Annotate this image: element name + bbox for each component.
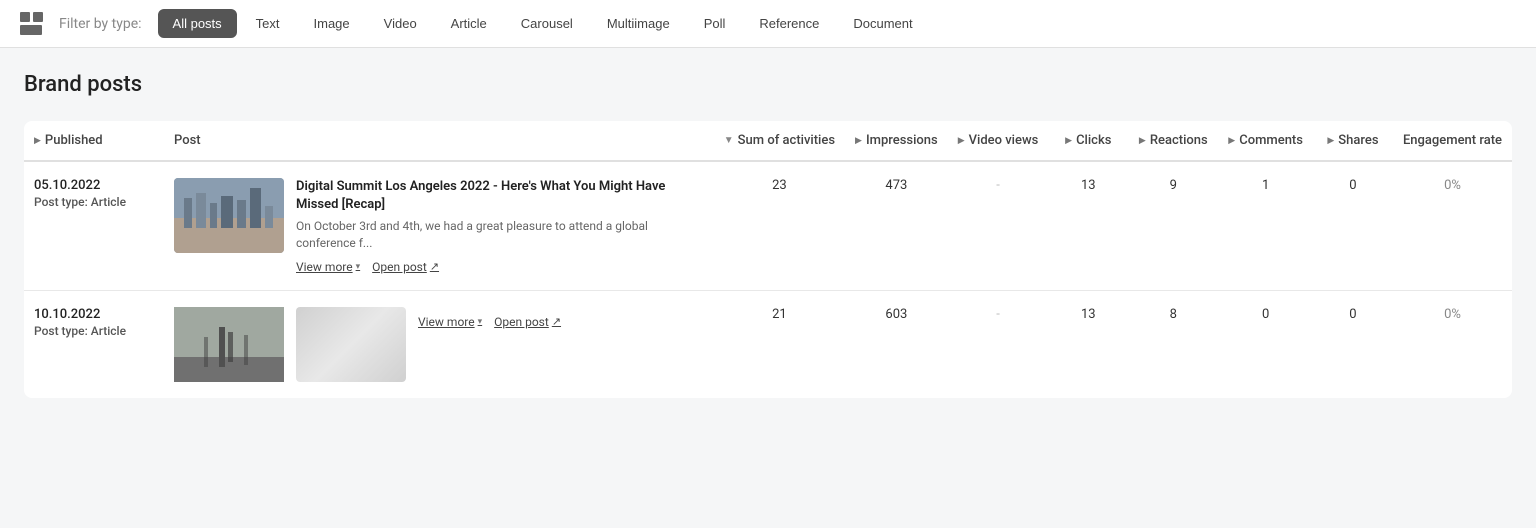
col-header-clicks[interactable]: ▶ Clicks (1048, 121, 1128, 161)
row2-date: 10.10.2022 (34, 307, 154, 322)
row2-sum-activities: 21 (714, 290, 845, 398)
filter-carousel[interactable]: Carousel (506, 9, 588, 38)
col-header-sum-activities[interactable]: ▼ Sum of activities (714, 121, 845, 161)
col-header-shares[interactable]: ▶ Shares (1313, 121, 1393, 161)
layout-toggle[interactable] (16, 8, 47, 39)
sort-arrow-comments: ▶ (1228, 136, 1235, 146)
col-header-impressions[interactable]: ▶ Impressions (845, 121, 948, 161)
row1-video-views: - (948, 161, 1049, 290)
top-bar: Filter by type: All posts Text Image Vid… (0, 0, 1536, 48)
col-header-published[interactable]: ▶ Published (24, 121, 164, 161)
row1-date-cell: 05.10.2022 Post type: Article (24, 161, 164, 290)
row2-comments: 0 (1218, 290, 1313, 398)
sort-arrow-reactions: ▶ (1139, 136, 1146, 146)
filter-text[interactable]: Text (241, 9, 295, 38)
row1-date: 05.10.2022 (34, 178, 154, 193)
row2-impressions: 603 (845, 290, 948, 398)
row1-post-image (174, 178, 284, 253)
row1-post-cell: Digital Summit Los Angeles 2022 - Here's… (164, 161, 714, 290)
row2-post-content: View more ▾ Open post ↗ (418, 307, 704, 329)
col-header-post: Post (164, 121, 714, 161)
posts-table: ▶ Published Post ▼ Sum of activities (24, 121, 1512, 398)
row1-clicks: 13 (1048, 161, 1128, 290)
row1-impressions: 473 (845, 161, 948, 290)
col-header-video-views[interactable]: ▶ Video views (948, 121, 1049, 161)
row1-comments: 1 (1218, 161, 1313, 290)
row1-engagement-rate: 0% (1393, 161, 1512, 290)
row1-post-content: Digital Summit Los Angeles 2022 - Here's… (296, 178, 704, 274)
row2-reactions: 8 (1128, 290, 1218, 398)
filter-label: Filter by type: (59, 16, 142, 32)
filter-buttons: All posts Text Image Video Article Carou… (158, 9, 928, 38)
col-header-reactions[interactable]: ▶ Reactions (1128, 121, 1218, 161)
row1-sum-activities: 23 (714, 161, 845, 290)
sort-arrow-clicks: ▶ (1065, 136, 1072, 146)
row2-clicks: 13 (1048, 290, 1128, 398)
row1-view-more-link[interactable]: View more ▾ (296, 260, 360, 274)
col-header-comments[interactable]: ▶ Comments (1218, 121, 1313, 161)
row1-reactions: 9 (1128, 161, 1218, 290)
filter-video[interactable]: Video (369, 9, 432, 38)
row2-post-image-right (296, 307, 406, 382)
filter-all-posts[interactable]: All posts (158, 9, 237, 38)
main-content: Brand posts ▶ Published Post (0, 48, 1536, 524)
filter-poll[interactable]: Poll (689, 9, 741, 38)
sort-arrow-shares: ▶ (1327, 136, 1334, 146)
section-title: Brand posts (24, 72, 1512, 97)
row1-shares: 0 (1313, 161, 1393, 290)
row1-post-excerpt: On October 3rd and 4th, we had a great p… (296, 218, 704, 252)
view-more-arrow2-icon: ▾ (478, 317, 483, 327)
row1-post-actions: View more ▾ Open post ↗ (296, 260, 704, 274)
row2-view-more-link[interactable]: View more ▾ (418, 315, 482, 329)
filter-reference[interactable]: Reference (744, 9, 834, 38)
row2-post-cell: View more ▾ Open post ↗ (164, 290, 714, 398)
row2-date-cell: 10.10.2022 Post type: Article (24, 290, 164, 398)
row2-engagement-rate: 0% (1393, 290, 1512, 398)
col-header-engagement-rate: Engagement rate (1393, 121, 1512, 161)
row2-post-image-left (174, 307, 284, 382)
sort-arrow-videoviews: ▶ (958, 136, 965, 146)
row1-post-type: Post type: Article (34, 195, 154, 209)
row1-post-title: Digital Summit Los Angeles 2022 - Here's… (296, 178, 704, 214)
view-more-arrow-icon: ▾ (356, 262, 361, 272)
filter-image[interactable]: Image (299, 9, 365, 38)
row2-open-post-link[interactable]: Open post ↗ (494, 315, 561, 329)
sort-arrow-published: ▶ (34, 136, 41, 146)
row2-post-type: Post type: Article (34, 324, 154, 338)
row2-shares: 0 (1313, 290, 1393, 398)
filter-article[interactable]: Article (436, 9, 502, 38)
open-post-external-icon: ↗ (430, 260, 439, 273)
row2-video-views: - (948, 290, 1049, 398)
filter-multiimage[interactable]: Multiimage (592, 9, 685, 38)
table-row: 10.10.2022 Post type: Article (24, 290, 1512, 398)
table-row: 05.10.2022 Post type: Article (24, 161, 1512, 290)
row1-open-post-link[interactable]: Open post ↗ (372, 260, 439, 274)
sort-arrow-sum: ▼ (724, 135, 734, 146)
table-header-row: ▶ Published Post ▼ Sum of activities (24, 121, 1512, 161)
sort-arrow-impressions: ▶ (855, 136, 862, 146)
filter-document[interactable]: Document (838, 9, 927, 38)
posts-table-wrapper: ▶ Published Post ▼ Sum of activities (24, 121, 1512, 398)
row2-post-actions: View more ▾ Open post ↗ (418, 315, 704, 329)
open-post2-external-icon: ↗ (552, 315, 561, 328)
